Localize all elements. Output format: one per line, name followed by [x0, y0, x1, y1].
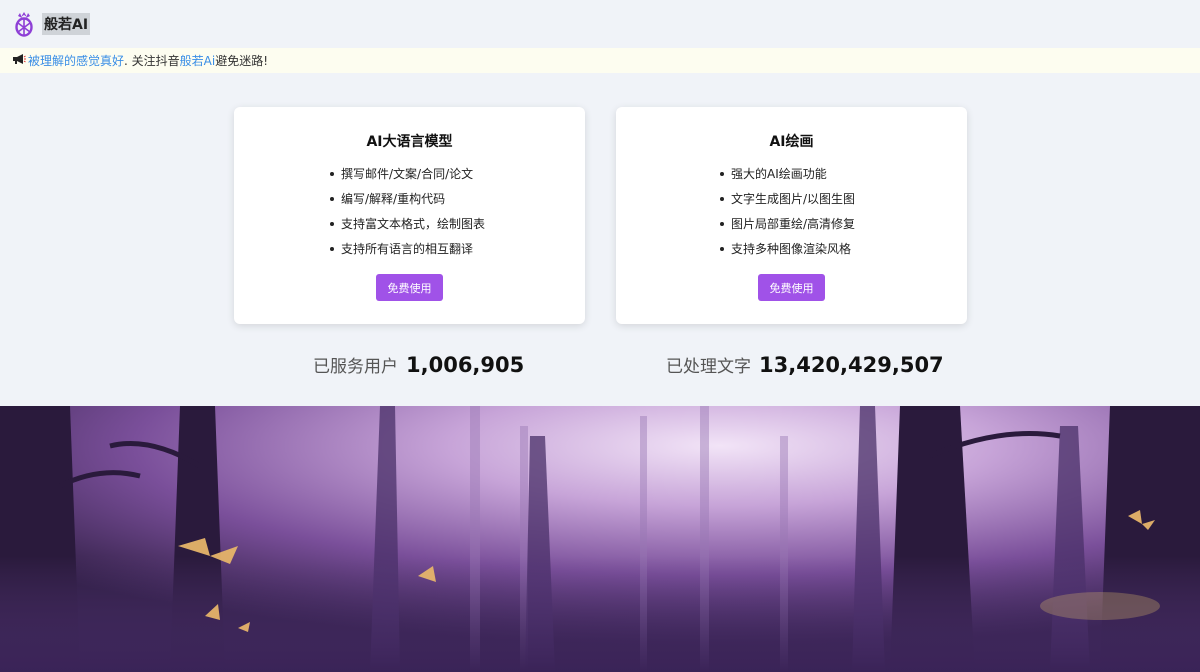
feature-item: 支持多种图像渲染风格 [616, 236, 967, 261]
feature-item: 编写/解释/重构代码 [234, 186, 585, 211]
notice-text: . 关注抖音 [124, 54, 180, 68]
pineapple-logo-icon[interactable] [14, 11, 34, 37]
feature-item: 支持富文本格式，绘制图表 [234, 211, 585, 236]
stat-value: 1,006,905 [406, 353, 525, 377]
feature-item: 支持所有语言的相互翻译 [234, 236, 585, 261]
feature-list: 强大的AI绘画功能 文字生成图片/以图生图 图片局部重绘/高清修复 支持多种图像… [616, 161, 967, 261]
stat-characters: 已处理文字 13,420,429,507 [666, 352, 944, 382]
feature-item: 文字生成图片/以图生图 [616, 186, 967, 211]
feature-item: 图片局部重绘/高清修复 [616, 211, 967, 236]
feature-item: 强大的AI绘画功能 [616, 161, 967, 186]
stat-users: 已服务用户 1,006,905 [313, 352, 524, 382]
header: 般若AI [0, 0, 1200, 48]
brand-name[interactable]: 般若AI [42, 13, 91, 35]
notice-text-end: 避免迷路! [215, 54, 269, 68]
free-use-button-llm[interactable]: 免费使用 [376, 274, 443, 301]
forest-banner-image [0, 406, 1200, 672]
megaphone-icon [12, 53, 26, 68]
stat-label: 已服务用户 [313, 357, 398, 377]
card-title: AI绘画 [769, 134, 814, 150]
notice-bar: 被理解的感觉真好 . 关注抖音 般若Ai 避免迷路! [0, 48, 1200, 73]
card-title: AI大语言模型 [366, 134, 453, 150]
feature-list: 撰写邮件/文案/合同/论文 编写/解释/重构代码 支持富文本格式，绘制图表 支持… [234, 161, 585, 261]
douyin-link[interactable]: 般若Ai [180, 52, 216, 69]
stat-label: 已处理文字 [666, 357, 751, 377]
notice-link[interactable]: 被理解的感觉真好 [28, 52, 124, 69]
feature-item: 撰写邮件/文案/合同/论文 [234, 161, 585, 186]
stat-value: 13,420,429,507 [759, 353, 944, 377]
card-llm: AI大语言模型 撰写邮件/文案/合同/论文 编写/解释/重构代码 支持富文本格式… [234, 107, 585, 324]
free-use-button-painting[interactable]: 免费使用 [758, 274, 825, 301]
card-ai-painting: AI绘画 强大的AI绘画功能 文字生成图片/以图生图 图片局部重绘/高清修复 支… [616, 107, 967, 324]
